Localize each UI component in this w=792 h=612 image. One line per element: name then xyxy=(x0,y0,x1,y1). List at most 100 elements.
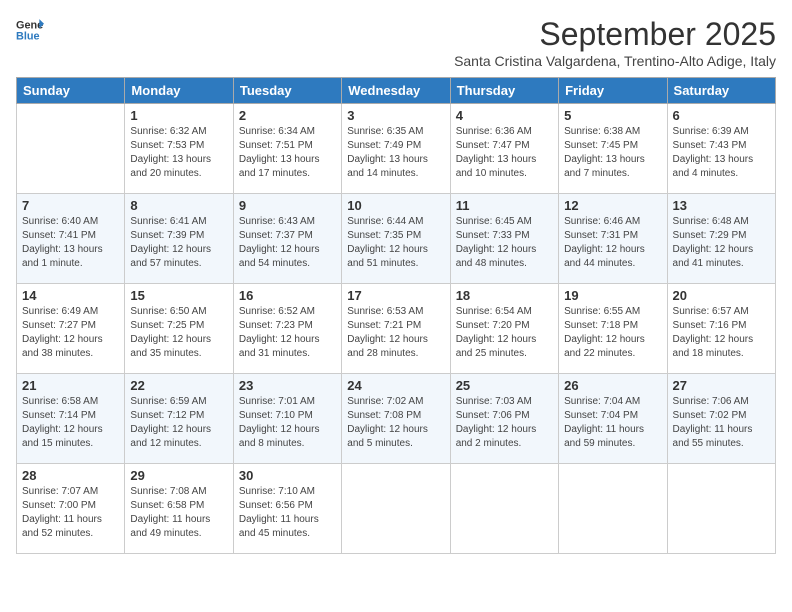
day-number: 29 xyxy=(130,468,227,483)
day-number: 24 xyxy=(347,378,444,393)
calendar-week-5: 28 Sunrise: 7:07 AMSunset: 7:00 PMDayligh… xyxy=(17,464,776,554)
cell-info: Sunrise: 6:53 AMSunset: 7:21 PMDaylight:… xyxy=(347,305,444,361)
cell-info: Sunrise: 6:55 AMSunset: 7:18 PMDaylight:… xyxy=(564,305,661,361)
cell-info: Sunrise: 6:35 AMSunset: 7:49 PMDaylight:… xyxy=(347,125,444,181)
cell-info: Sunrise: 6:40 AMSunset: 7:41 PMDaylight:… xyxy=(22,215,119,271)
calendar-cell: 17Sunrise: 6:53 AMSunset: 7:21 PMDayligh… xyxy=(342,284,450,374)
cell-info: Sunrise: 6:44 AMSunset: 7:35 PMDaylight:… xyxy=(347,215,444,271)
cell-info: Sunrise: 6:46 AMSunset: 7:31 PMDaylight:… xyxy=(564,215,661,271)
day-number: 21 xyxy=(22,378,119,393)
calendar-cell: 9 Sunrise: 6:43 AMSunset: 7:37 PMDaylight… xyxy=(233,194,341,284)
calendar-header-row: SundayMondayTuesdayWednesdayThursdayFrid… xyxy=(17,78,776,104)
day-number: 27 xyxy=(673,378,770,393)
cell-info: Sunrise: 6:45 AMSunset: 7:33 PMDaylight:… xyxy=(456,215,553,271)
logo-icon: General Blue xyxy=(16,16,44,44)
col-header-sunday: Sunday xyxy=(17,78,125,104)
cell-info: Sunrise: 6:38 AMSunset: 7:45 PMDaylight:… xyxy=(564,125,661,181)
day-number: 4 xyxy=(456,108,553,123)
cell-info: Sunrise: 6:48 AMSunset: 7:29 PMDaylight:… xyxy=(673,215,770,271)
calendar-cell: 5 Sunrise: 6:38 AMSunset: 7:45 PMDaylight… xyxy=(559,104,667,194)
calendar-cell xyxy=(559,464,667,554)
calendar-cell: 27 Sunrise: 7:06 AMSunset: 7:02 PMDayligh… xyxy=(667,374,775,464)
day-number: 8 xyxy=(130,198,227,213)
calendar-cell: 29 Sunrise: 7:08 AMSunset: 6:58 PMDayligh… xyxy=(125,464,233,554)
calendar-cell: 20 Sunrise: 6:57 AMSunset: 7:16 PMDayligh… xyxy=(667,284,775,374)
col-header-tuesday: Tuesday xyxy=(233,78,341,104)
calendar-cell xyxy=(450,464,558,554)
calendar-week-2: 7 Sunrise: 6:40 AMSunset: 7:41 PMDaylight… xyxy=(17,194,776,284)
day-number: 11 xyxy=(456,198,553,213)
cell-info: Sunrise: 7:02 AMSunset: 7:08 PMDaylight:… xyxy=(347,395,444,451)
location-title: Santa Cristina Valgardena, Trentino-Alto… xyxy=(454,53,776,69)
cell-info: Sunrise: 6:41 AMSunset: 7:39 PMDaylight:… xyxy=(130,215,227,271)
calendar-cell: 4Sunrise: 6:36 AMSunset: 7:47 PMDaylight… xyxy=(450,104,558,194)
calendar-cell: 26 Sunrise: 7:04 AMSunset: 7:04 PMDayligh… xyxy=(559,374,667,464)
calendar-body: 1 Sunrise: 6:32 AMSunset: 7:53 PMDaylight… xyxy=(17,104,776,554)
day-number: 26 xyxy=(564,378,661,393)
day-number: 12 xyxy=(564,198,661,213)
calendar-cell: 2 Sunrise: 6:34 AMSunset: 7:51 PMDaylight… xyxy=(233,104,341,194)
day-number: 1 xyxy=(130,108,227,123)
cell-info: Sunrise: 6:52 AMSunset: 7:23 PMDaylight:… xyxy=(239,305,336,361)
calendar-cell: 24 Sunrise: 7:02 AMSunset: 7:08 PMDayligh… xyxy=(342,374,450,464)
col-header-monday: Monday xyxy=(125,78,233,104)
cell-info: Sunrise: 6:32 AMSunset: 7:53 PMDaylight:… xyxy=(130,125,227,181)
calendar-cell: 18Sunrise: 6:54 AMSunset: 7:20 PMDayligh… xyxy=(450,284,558,374)
calendar-cell: 7 Sunrise: 6:40 AMSunset: 7:41 PMDaylight… xyxy=(17,194,125,284)
calendar-cell: 1 Sunrise: 6:32 AMSunset: 7:53 PMDaylight… xyxy=(125,104,233,194)
day-number: 14 xyxy=(22,288,119,303)
cell-info: Sunrise: 7:04 AMSunset: 7:04 PMDaylight:… xyxy=(564,395,661,451)
cell-info: Sunrise: 6:34 AMSunset: 7:51 PMDaylight:… xyxy=(239,125,336,181)
cell-info: Sunrise: 6:54 AMSunset: 7:20 PMDaylight:… xyxy=(456,305,553,361)
calendar-cell: 25Sunrise: 7:03 AMSunset: 7:06 PMDayligh… xyxy=(450,374,558,464)
day-number: 9 xyxy=(239,198,336,213)
calendar-table: SundayMondayTuesdayWednesdayThursdayFrid… xyxy=(16,77,776,554)
cell-info: Sunrise: 6:50 AMSunset: 7:25 PMDaylight:… xyxy=(130,305,227,361)
day-number: 16 xyxy=(239,288,336,303)
calendar-cell: 10 Sunrise: 6:44 AMSunset: 7:35 PMDayligh… xyxy=(342,194,450,284)
cell-info: Sunrise: 7:08 AMSunset: 6:58 PMDaylight:… xyxy=(130,485,227,541)
calendar-cell: 23Sunrise: 7:01 AMSunset: 7:10 PMDayligh… xyxy=(233,374,341,464)
day-number: 10 xyxy=(347,198,444,213)
cell-info: Sunrise: 7:01 AMSunset: 7:10 PMDaylight:… xyxy=(239,395,336,451)
cell-info: Sunrise: 7:03 AMSunset: 7:06 PMDaylight:… xyxy=(456,395,553,451)
logo: General Blue xyxy=(16,16,44,44)
calendar-cell: 19 Sunrise: 6:55 AMSunset: 7:18 PMDayligh… xyxy=(559,284,667,374)
day-number: 20 xyxy=(673,288,770,303)
day-number: 5 xyxy=(564,108,661,123)
svg-text:Blue: Blue xyxy=(16,30,40,42)
day-number: 6 xyxy=(673,108,770,123)
calendar-cell xyxy=(342,464,450,554)
cell-info: Sunrise: 6:43 AMSunset: 7:37 PMDaylight:… xyxy=(239,215,336,271)
calendar-cell: 30Sunrise: 7:10 AMSunset: 6:56 PMDayligh… xyxy=(233,464,341,554)
calendar-cell: 28 Sunrise: 7:07 AMSunset: 7:00 PMDayligh… xyxy=(17,464,125,554)
calendar-cell: 11 Sunrise: 6:45 AMSunset: 7:33 PMDayligh… xyxy=(450,194,558,284)
cell-info: Sunrise: 7:07 AMSunset: 7:00 PMDaylight:… xyxy=(22,485,119,541)
cell-info: Sunrise: 6:49 AMSunset: 7:27 PMDaylight:… xyxy=(22,305,119,361)
calendar-cell: 21 Sunrise: 6:58 AMSunset: 7:14 PMDayligh… xyxy=(17,374,125,464)
calendar-week-1: 1 Sunrise: 6:32 AMSunset: 7:53 PMDaylight… xyxy=(17,104,776,194)
calendar-cell xyxy=(17,104,125,194)
cell-info: Sunrise: 6:58 AMSunset: 7:14 PMDaylight:… xyxy=(22,395,119,451)
title-block: September 2025 Santa Cristina Valgardena… xyxy=(454,16,776,69)
day-number: 15 xyxy=(130,288,227,303)
calendar-week-3: 14 Sunrise: 6:49 AMSunset: 7:27 PMDayligh… xyxy=(17,284,776,374)
day-number: 3 xyxy=(347,108,444,123)
month-title: September 2025 xyxy=(454,16,776,53)
day-number: 7 xyxy=(22,198,119,213)
day-number: 2 xyxy=(239,108,336,123)
col-header-wednesday: Wednesday xyxy=(342,78,450,104)
cell-info: Sunrise: 7:06 AMSunset: 7:02 PMDaylight:… xyxy=(673,395,770,451)
cell-info: Sunrise: 6:57 AMSunset: 7:16 PMDaylight:… xyxy=(673,305,770,361)
calendar-cell: 22Sunrise: 6:59 AMSunset: 7:12 PMDayligh… xyxy=(125,374,233,464)
calendar-cell: 13Sunrise: 6:48 AMSunset: 7:29 PMDayligh… xyxy=(667,194,775,284)
calendar-cell: 8 Sunrise: 6:41 AMSunset: 7:39 PMDaylight… xyxy=(125,194,233,284)
day-number: 19 xyxy=(564,288,661,303)
day-number: 22 xyxy=(130,378,227,393)
page-header: General Blue September 2025 Santa Cristi… xyxy=(16,16,776,69)
cell-info: Sunrise: 6:39 AMSunset: 7:43 PMDaylight:… xyxy=(673,125,770,181)
cell-info: Sunrise: 7:10 AMSunset: 6:56 PMDaylight:… xyxy=(239,485,336,541)
day-number: 28 xyxy=(22,468,119,483)
calendar-cell: 12 Sunrise: 6:46 AMSunset: 7:31 PMDayligh… xyxy=(559,194,667,284)
col-header-friday: Friday xyxy=(559,78,667,104)
